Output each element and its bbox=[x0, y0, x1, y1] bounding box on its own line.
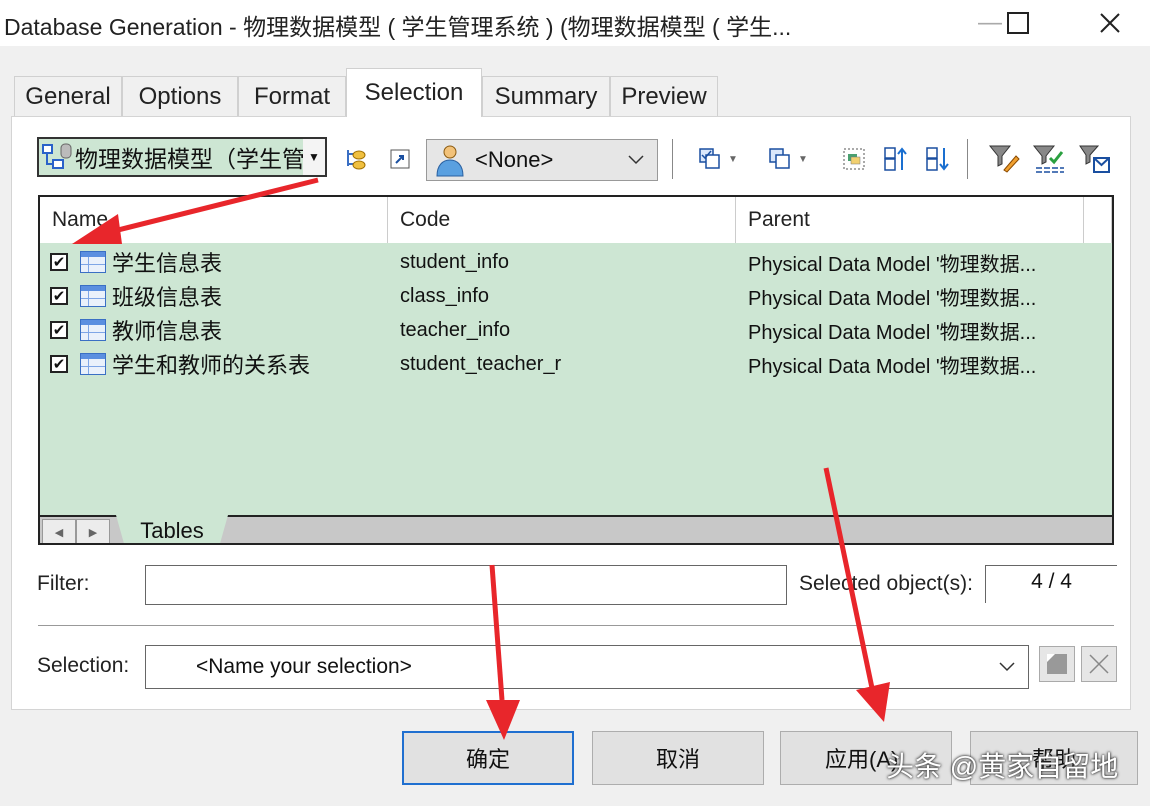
deselect-all-icon bbox=[769, 148, 790, 169]
chevron-down-icon bbox=[999, 662, 1015, 672]
row-parent: Physical Data Model '物理数据... bbox=[748, 321, 1037, 344]
tab-options[interactable]: Options bbox=[122, 76, 238, 116]
apply-filter-icon bbox=[1032, 145, 1064, 173]
row-name: 教师信息表 bbox=[112, 319, 223, 344]
move-up-icon bbox=[884, 147, 907, 171]
scroll-right-button[interactable]: ▶ bbox=[76, 519, 110, 543]
close-button[interactable] bbox=[1080, 0, 1140, 46]
title-bar: Database Generation - 物理数据模型 ( 学生管理系统 ) … bbox=[0, 0, 1150, 46]
row-code: class_info bbox=[400, 284, 489, 307]
chevron-down-icon bbox=[628, 155, 644, 165]
row-name: 学生和教师的关系表 bbox=[112, 353, 311, 378]
selected-objects-label: Selected object(s): bbox=[799, 572, 973, 595]
row-parent: Physical Data Model '物理数据... bbox=[748, 287, 1037, 310]
object-list: Name Code Parent ✔ 学生信息表 student_info Ph… bbox=[38, 195, 1114, 545]
edit-filter-icon bbox=[988, 145, 1020, 173]
close-icon bbox=[1100, 13, 1120, 33]
selected-count: 4 / 4 bbox=[985, 565, 1117, 603]
deselect-all-dropdown[interactable]: ▼ bbox=[796, 145, 810, 173]
apply-filter-button[interactable] bbox=[1032, 145, 1066, 173]
table-row[interactable]: ✔ 学生信息表 student_info Physical Data Model… bbox=[40, 245, 1112, 279]
row-name: 学生信息表 bbox=[112, 251, 223, 276]
graphical-selection-button[interactable] bbox=[1078, 145, 1112, 173]
hierarchy-icon bbox=[347, 150, 366, 170]
user-icon bbox=[436, 145, 464, 177]
list-header: Name Code Parent bbox=[40, 197, 1112, 243]
hierarchy-button[interactable] bbox=[342, 145, 370, 173]
tab-format[interactable]: Format bbox=[238, 76, 346, 116]
window-title: Database Generation - 物理数据模型 ( 学生管理系统 ) … bbox=[4, 14, 792, 40]
filter-input[interactable] bbox=[145, 565, 787, 605]
table-row[interactable]: ✔ 教师信息表 teacher_info Physical Data Model… bbox=[40, 313, 1112, 347]
move-down-icon bbox=[926, 147, 949, 171]
table-icon bbox=[80, 285, 106, 307]
shortcut-icon bbox=[390, 149, 410, 169]
separator bbox=[38, 625, 1114, 626]
row-parent: Physical Data Model '物理数据... bbox=[748, 355, 1037, 378]
table-row[interactable]: ✔ 班级信息表 class_info Physical Data Model '… bbox=[40, 279, 1112, 313]
move-up-button[interactable] bbox=[882, 145, 910, 173]
table-row[interactable]: ✔ 学生和教师的关系表 student_teacher_r Physical D… bbox=[40, 347, 1112, 381]
selection-label: Selection: bbox=[37, 654, 130, 677]
maximize-icon bbox=[1007, 12, 1029, 34]
table-icon bbox=[80, 353, 106, 375]
physical-model-icon bbox=[42, 143, 72, 169]
filter-checkbox-icon bbox=[1079, 145, 1110, 173]
delete-icon bbox=[1089, 654, 1109, 674]
dropdown-arrow-icon[interactable]: ▼ bbox=[303, 139, 325, 175]
selection-name-combo[interactable]: <Name your selection> bbox=[145, 645, 1029, 689]
save-selection-button[interactable] bbox=[1039, 646, 1075, 682]
deselect-all-button[interactable] bbox=[766, 145, 794, 173]
select-in-diagram-icon bbox=[843, 148, 865, 170]
owner-selector-value: <None> bbox=[475, 147, 554, 172]
model-selector-value: 物理数据模型（学生管 bbox=[75, 146, 305, 172]
tab-general[interactable]: General bbox=[14, 76, 122, 116]
column-header-filler bbox=[1084, 197, 1112, 243]
model-selector[interactable]: 物理数据模型（学生管 ▼ bbox=[37, 137, 327, 177]
table-icon bbox=[80, 319, 106, 341]
shortcut-button[interactable] bbox=[386, 145, 414, 173]
ok-button[interactable]: 确定 bbox=[402, 731, 574, 785]
row-code: teacher_info bbox=[400, 318, 511, 341]
row-checkbox[interactable]: ✔ bbox=[50, 355, 68, 373]
filter-label: Filter: bbox=[37, 572, 90, 595]
sheet-tab-bar: ◀ ▶ Tables bbox=[40, 515, 1112, 543]
select-all-button[interactable] bbox=[696, 145, 724, 173]
tab-selection[interactable]: Selection bbox=[346, 68, 482, 117]
row-checkbox[interactable]: ✔ bbox=[50, 253, 68, 271]
row-name: 班级信息表 bbox=[112, 285, 223, 310]
row-checkbox[interactable]: ✔ bbox=[50, 321, 68, 339]
watermark: 头条 @黄家自留地 bbox=[886, 751, 1119, 782]
row-code: student_info bbox=[400, 250, 509, 273]
owner-selector[interactable]: <None> bbox=[426, 139, 658, 181]
tab-summary[interactable]: Summary bbox=[482, 76, 610, 116]
scroll-left-button[interactable]: ◀ bbox=[42, 519, 76, 543]
table-icon bbox=[80, 251, 106, 273]
toolbar-separator bbox=[672, 139, 673, 179]
delete-selection-button[interactable] bbox=[1081, 646, 1117, 682]
move-down-button[interactable] bbox=[924, 145, 952, 173]
save-icon bbox=[1047, 654, 1067, 674]
sheet-tab-tables[interactable]: Tables bbox=[116, 515, 228, 543]
edit-filter-button[interactable] bbox=[988, 145, 1022, 173]
select-in-diagram-button[interactable] bbox=[840, 145, 868, 173]
select-all-icon bbox=[699, 148, 720, 169]
row-checkbox[interactable]: ✔ bbox=[50, 287, 68, 305]
maximize-button[interactable] bbox=[988, 0, 1048, 46]
column-header-name[interactable]: Name bbox=[40, 197, 388, 243]
select-all-dropdown[interactable]: ▼ bbox=[726, 145, 740, 173]
selection-panel: 物理数据模型（学生管 ▼ <None> ▼ ▼ Name Code Parent… bbox=[11, 116, 1131, 710]
selection-placeholder: <Name your selection> bbox=[196, 655, 412, 678]
row-parent: Physical Data Model '物理数据... bbox=[748, 253, 1037, 276]
row-code: student_teacher_r bbox=[400, 352, 562, 375]
column-header-parent[interactable]: Parent bbox=[736, 197, 1084, 243]
column-header-code[interactable]: Code bbox=[388, 197, 736, 243]
cancel-button[interactable]: 取消 bbox=[592, 731, 764, 785]
tab-preview[interactable]: Preview bbox=[610, 76, 718, 116]
toolbar-separator bbox=[967, 139, 968, 179]
